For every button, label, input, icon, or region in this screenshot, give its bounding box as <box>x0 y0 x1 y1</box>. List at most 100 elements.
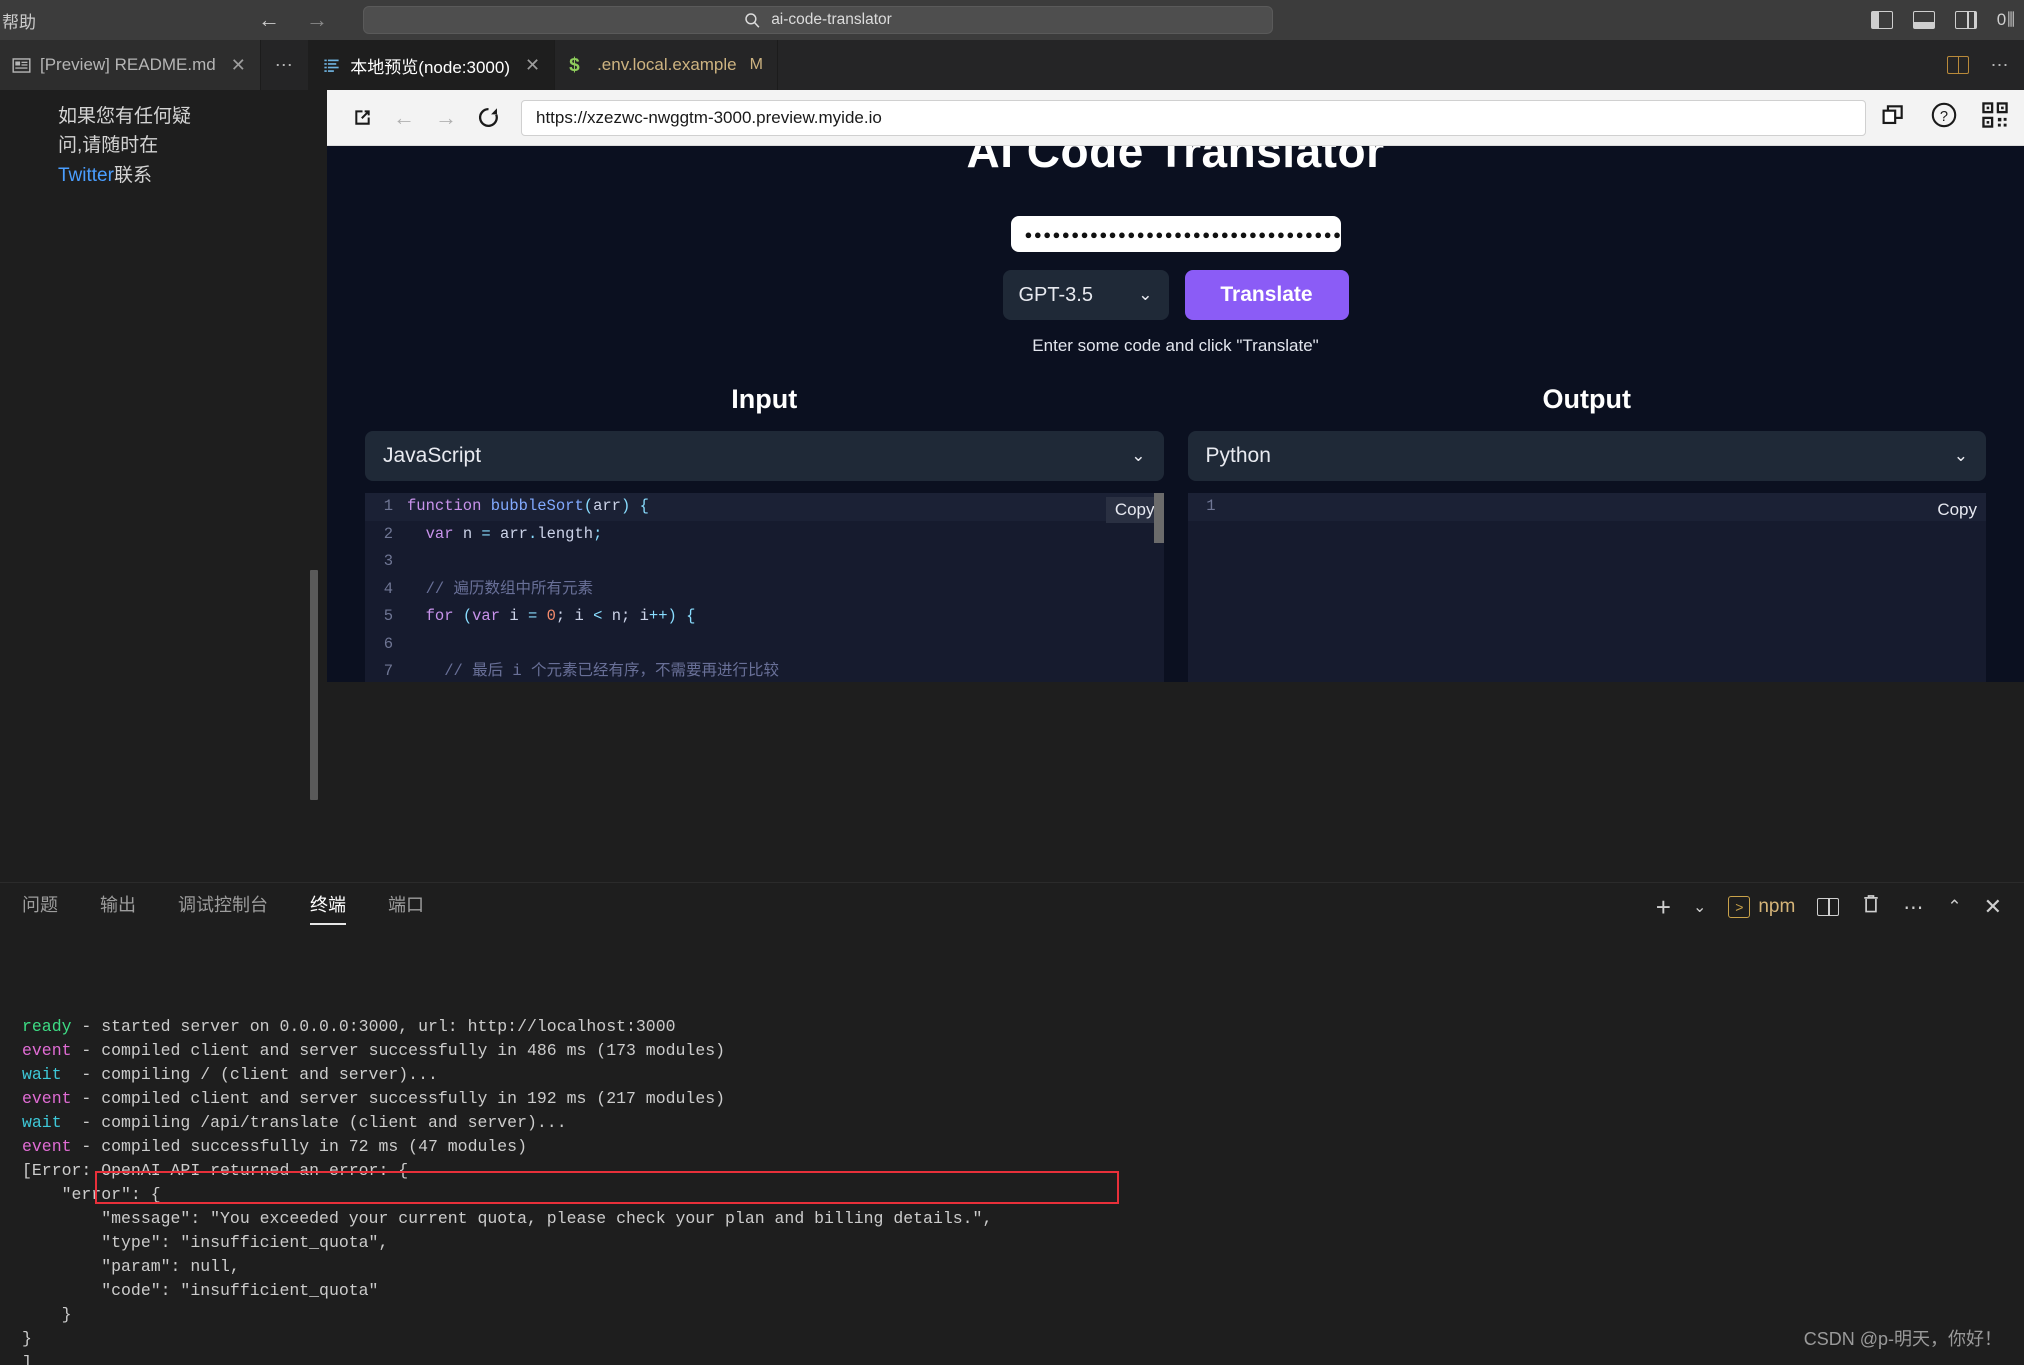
terminal-instance-npm[interactable]: > npm <box>1728 896 1795 918</box>
customize-layout-icon[interactable]: 0⫼ <box>1997 10 2018 30</box>
address-bar[interactable]: https://xzezwc-nwggtm-3000.preview.myide… <box>521 99 1866 136</box>
chevron-down-icon: ⌄ <box>1131 446 1146 465</box>
command-center-search[interactable]: ai-code-translator <box>363 6 1273 34</box>
translate-button[interactable]: Translate <box>1184 270 1349 320</box>
chevron-down-icon: ⌄ <box>1138 285 1153 304</box>
terminal-line-text: "type": "insufficient_quota", <box>22 1233 389 1252</box>
tab-label: [Preview] README.md <box>40 55 216 74</box>
tab-close-icon[interactable]: ✕ <box>231 55 246 76</box>
output-code-editor[interactable]: 1 Copy <box>1187 493 1986 682</box>
terminal-line-tag: wait <box>22 1065 62 1084</box>
panel-tab[interactable]: 问题 <box>22 891 58 924</box>
browser-preview-pane: ← → https://xzezwc-nwggtm-3000.preview.m… <box>327 90 2024 682</box>
toggle-panel-icon[interactable] <box>1912 11 1935 29</box>
new-terminal-button[interactable]: + <box>1656 892 1671 923</box>
code-line: 5 for (var i = 0; i < n; i++) { <box>365 603 1164 631</box>
terminal-line: event - compiled successfully in 72 ms (… <box>22 1135 2024 1159</box>
terminal-line-text: - compiled client and server successfull… <box>71 1041 726 1060</box>
code-text: var n = arr.length; <box>425 524 603 543</box>
split-editor-icon[interactable] <box>1946 56 1969 74</box>
copy-window-icon[interactable] <box>1880 102 1906 133</box>
terminal-line: "code": "insufficient_quota" <box>22 1279 2024 1303</box>
chevron-up-icon[interactable]: ⌃ <box>1947 897 1961 917</box>
controls-row: GPT-3.5 ⌄ Translate <box>327 270 2024 320</box>
terminal-line: event - compiled client and server succe… <box>22 1087 2024 1111</box>
input-pane-title: Input <box>731 384 798 414</box>
code-line: 2 var n = arr.length; <box>365 521 1164 549</box>
titlebar-layout-controls: 0⫼ <box>1870 10 2018 30</box>
panel-tab[interactable]: 端口 <box>388 891 424 924</box>
browser-back-icon[interactable]: ← <box>383 105 425 131</box>
input-language-select[interactable]: JavaScript ⌄ <box>365 431 1164 481</box>
api-key-input[interactable]: ●●●●●●●●●●●●●●●●●●●●●●●●●●●●●●●●●●●●●●●●… <box>1010 216 1341 252</box>
input-pane: Input JavaScript ⌄ 1 function bubbleSort(… <box>365 384 1164 682</box>
tab-close-icon[interactable]: ✕ <box>525 55 540 76</box>
readme-line-3-tail: 联系 <box>113 164 152 186</box>
browser-actions: ? <box>1880 101 2010 134</box>
panel-tab[interactable]: 终端 <box>310 891 346 925</box>
split-terminal-icon[interactable] <box>1817 898 1840 916</box>
model-select[interactable]: GPT-3.5 ⌄ <box>1002 270 1169 320</box>
svg-text:?: ? <box>1940 109 1948 125</box>
terminal-line-tag: ready <box>22 1017 72 1036</box>
output-language-select[interactable]: Python ⌄ <box>1187 431 1986 481</box>
readme-line-1: 如果您有任何疑 <box>58 106 192 127</box>
open-in-new-icon[interactable] <box>341 106 383 129</box>
toggle-secondary-sidebar-icon[interactable] <box>1954 11 1977 29</box>
title-bar: 帮助 ← → ai-code-translator 0⫼ <box>0 0 2024 40</box>
terminal-line: } <box>22 1327 2024 1351</box>
menu-help[interactable]: 帮助 <box>0 8 170 33</box>
twitter-link[interactable]: Twitter <box>58 165 114 186</box>
trash-icon[interactable] <box>1861 893 1881 921</box>
terminal-line: event - compiled client and server succe… <box>22 1039 2024 1063</box>
tab-label: .env.local.example <box>597 55 737 74</box>
panel-tab[interactable]: 输出 <box>100 891 136 924</box>
status-hint: Enter some code and click "Translate" <box>1032 336 1319 355</box>
terminal-more-actions-icon[interactable]: ⋯ <box>1903 895 1925 920</box>
toggle-primary-sidebar-icon[interactable] <box>1870 11 1893 29</box>
terminal-line-text: "param": null, <box>22 1257 240 1276</box>
sidebar-scrollbar[interactable] <box>310 570 318 800</box>
tab-env-local-example[interactable]: $ .env.local.example M <box>555 40 778 90</box>
tab-preview-readme[interactable]: [Preview] README.md ✕ <box>0 40 261 90</box>
reload-icon[interactable] <box>467 106 509 129</box>
terminal-lines: ready - started server on 0.0.0.0:3000, … <box>22 1015 2024 1365</box>
qr-code-icon[interactable] <box>1982 102 2008 133</box>
input-code-scrollbar[interactable] <box>1153 493 1164 543</box>
chevron-down-icon[interactable]: ⌄ <box>1693 897 1706 917</box>
browser-forward-icon[interactable]: → <box>425 105 467 131</box>
search-icon <box>745 12 760 28</box>
editor-tab-strip: [Preview] README.md ✕ ⋯ 本地预览(node:3000) … <box>0 40 2024 90</box>
close-panel-icon[interactable]: ✕ <box>1984 894 2002 920</box>
tab-label: 本地预览(node:3000) <box>350 57 510 77</box>
help-circle-icon[interactable]: ? <box>1930 101 1958 134</box>
url-text: https://xzezwc-nwggtm-3000.preview.myide… <box>536 107 882 127</box>
code-text: for (var i = 0; i < n; i++) { <box>425 607 696 625</box>
terminal-instance-label: npm <box>1758 896 1796 917</box>
line-number: 6 <box>383 634 393 653</box>
browser-toolbar: ← → https://xzezwc-nwggtm-3000.preview.m… <box>327 90 2024 146</box>
code-line: 3 <box>365 548 1164 576</box>
terminal-line-text: "message": "You exceeded your current qu… <box>22 1209 993 1228</box>
code-text: // 最后 i 个元素已经有序，不需要再进行比较 <box>407 662 780 680</box>
terminal-line-text: - compiling /api/translate (client and s… <box>61 1113 567 1132</box>
tab-local-preview[interactable]: 本地预览(node:3000) ✕ <box>308 40 556 90</box>
terminal-line-text: [Error: OpenAI API returned an error: { <box>22 1161 409 1180</box>
terminal-output[interactable]: ready - started server on 0.0.0.0:3000, … <box>0 931 2024 1365</box>
terminal-line-text: - compiling / (client and server)... <box>61 1065 438 1084</box>
output-pane-title: Output <box>1542 384 1631 414</box>
terminal-line: wait - compiling / (client and server)..… <box>22 1063 2024 1087</box>
tab-actions-more[interactable]: ⋯ <box>261 40 309 90</box>
output-language-value: Python <box>1205 444 1271 467</box>
code-line: 4 // 遍历数组中所有元素 <box>365 576 1164 604</box>
forward-icon[interactable]: → <box>306 9 328 31</box>
back-icon[interactable]: ← <box>258 9 280 31</box>
input-code-editor[interactable]: 1 function bubbleSort(arr) {2 var n = arr… <box>365 493 1164 682</box>
terminal-line: wait - compiling /api/translate (client … <box>22 1111 2024 1135</box>
editor-more-actions-icon[interactable]: ⋯ <box>1991 55 2011 76</box>
tab-modified-badge: M <box>749 56 763 73</box>
output-code-lines: 1 <box>1187 493 1986 521</box>
panel-tab[interactable]: 调试控制台 <box>178 891 268 924</box>
terminal-line: ready - started server on 0.0.0.0:3000, … <box>22 1015 2024 1039</box>
output-copy-button[interactable]: Copy <box>1928 497 1986 523</box>
